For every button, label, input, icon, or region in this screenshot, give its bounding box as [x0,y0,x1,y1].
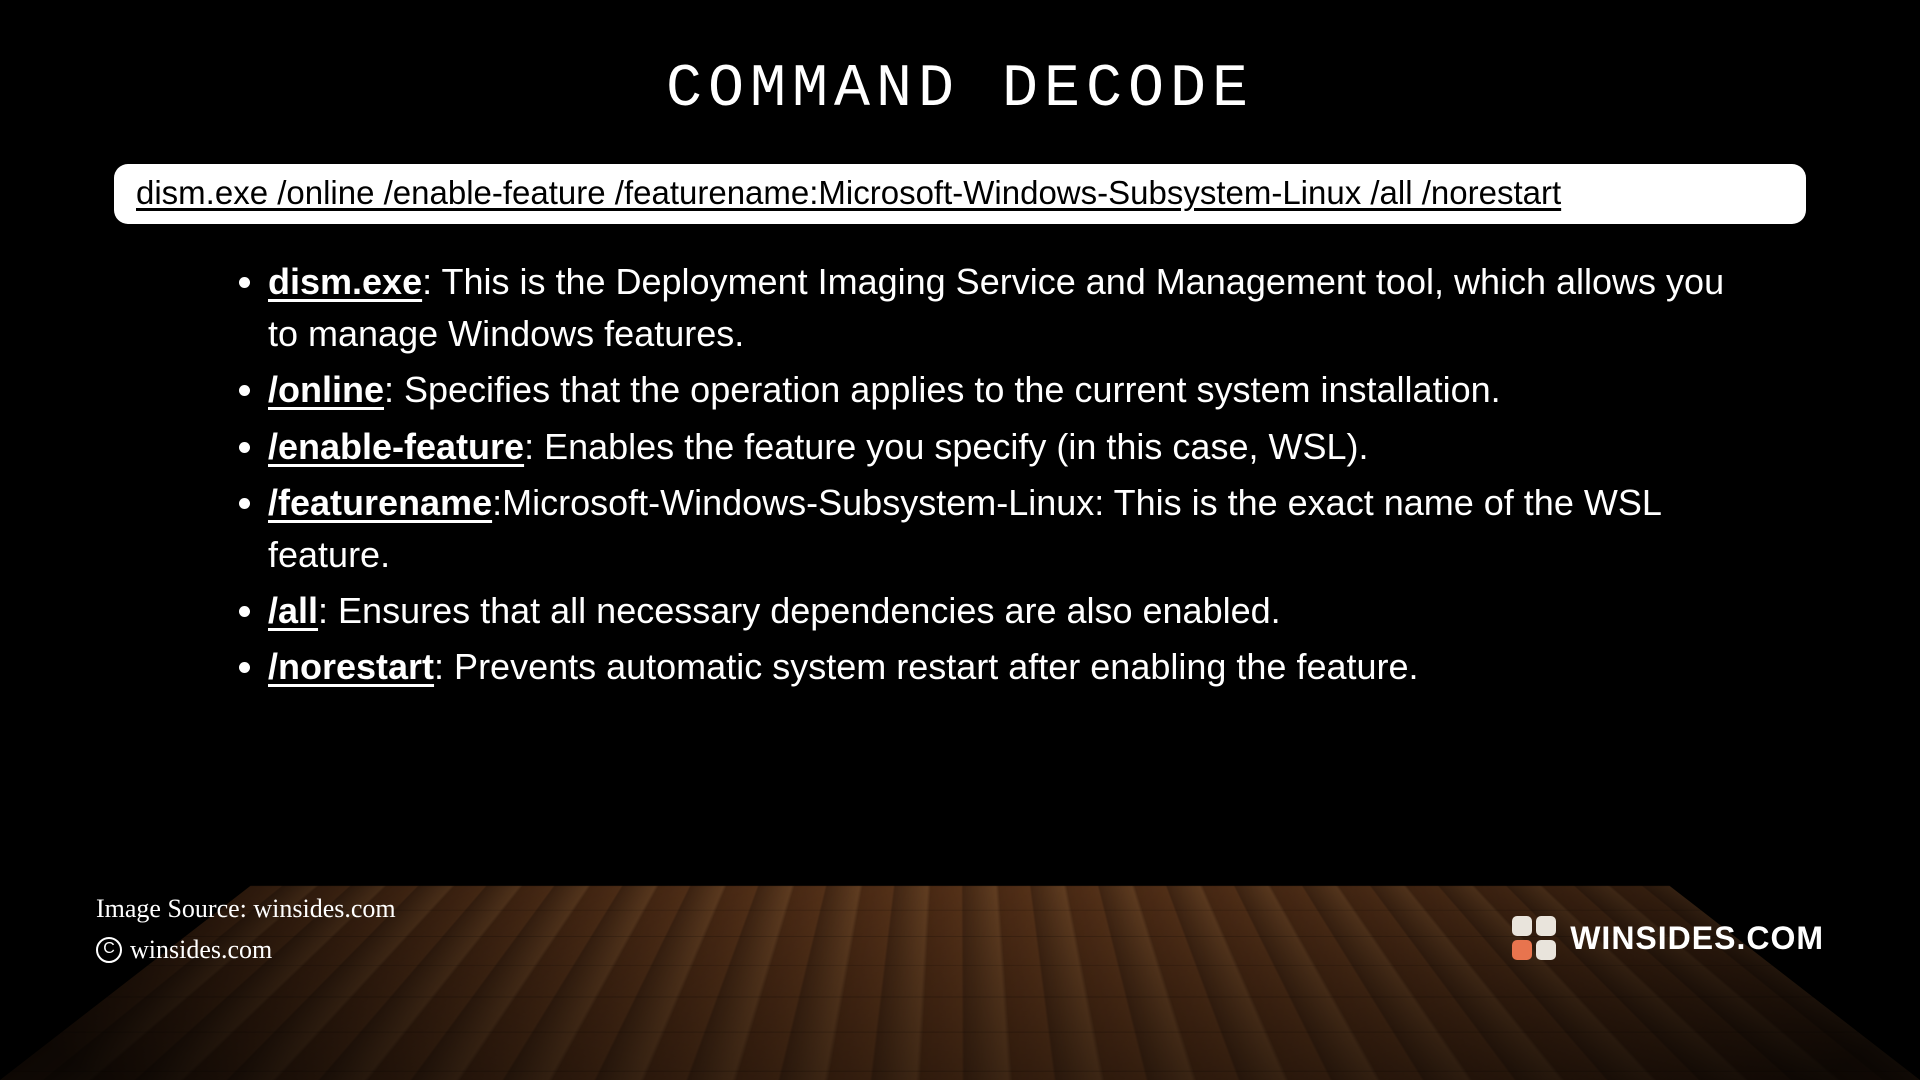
term-desc: : Ensures that all necessary dependencie… [318,590,1281,631]
list-item: /norestart: Prevents automatic system re… [268,641,1752,693]
term: /norestart [268,646,434,687]
list-item: /all: Ensures that all necessary depende… [268,585,1752,637]
term-desc: : This is the Deployment Imaging Service… [268,261,1724,354]
copyright-icon: C [96,937,122,963]
term: /featurename [268,482,492,523]
term: /online [268,369,384,410]
term-desc: : Specifies that the operation applies t… [384,369,1501,410]
copyright-text: winsides.com [130,930,272,970]
list-item: /online: Specifies that the operation ap… [268,364,1752,416]
list-item: /enable-feature: Enables the feature you… [268,421,1752,473]
windows-tile-icon [1512,916,1556,960]
list-item: /featurename:Microsoft-Windows-Subsystem… [268,477,1752,581]
brand-text: WINSIDES.COM [1570,920,1824,957]
list-item: dism.exe: This is the Deployment Imaging… [268,256,1752,360]
credits-block: Image Source: winsides.com C winsides.co… [96,889,396,970]
term-desc: : Enables the feature you specify (in th… [524,426,1368,467]
command-box: dism.exe /online /enable-feature /featur… [114,164,1806,224]
brand-block: WINSIDES.COM [1512,916,1824,960]
term: dism.exe [268,261,422,302]
term: /all [268,590,318,631]
decode-list: dism.exe: This is the Deployment Imaging… [268,256,1752,694]
copyright-line: C winsides.com [96,930,396,970]
term: /enable-feature [268,426,524,467]
term-desc: : Prevents automatic system restart afte… [434,646,1418,687]
slide-title: COMMAND DECODE [108,56,1812,124]
image-source-text: Image Source: winsides.com [96,889,396,929]
